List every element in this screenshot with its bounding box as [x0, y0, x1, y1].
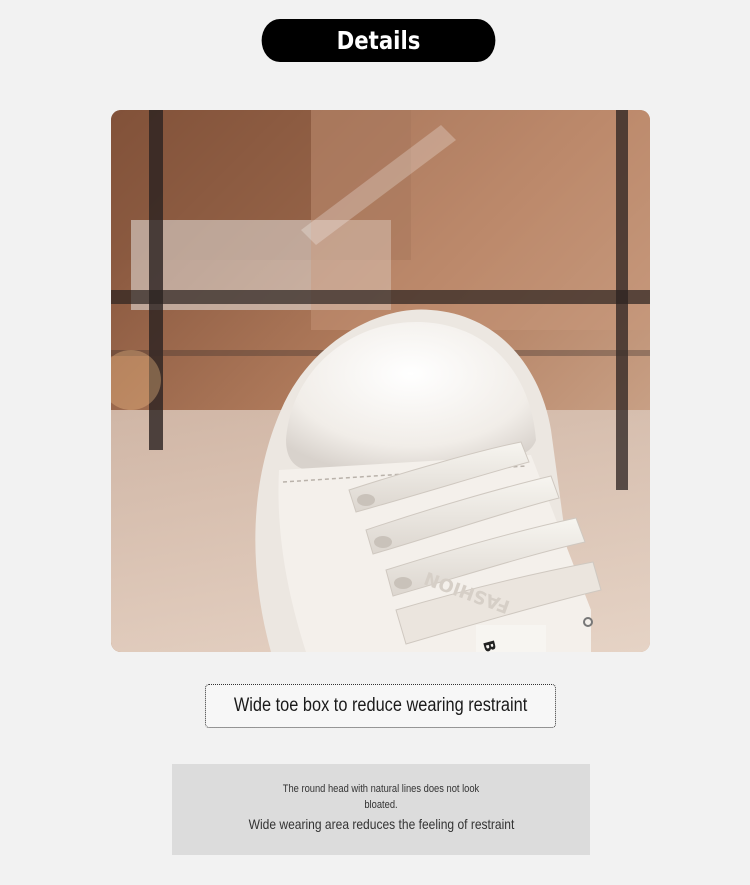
product-detail-page: Details FASHION Wide toe box to reduce w…: [0, 0, 750, 885]
details-title-banner: Details: [261, 19, 496, 62]
feature-info-box: The round head with natural lines does n…: [172, 764, 590, 855]
feature-caption-text: Wide toe box to reduce wearing restraint: [233, 695, 528, 716]
feature-detail-main: Wide wearing area reduces the feeling of…: [172, 816, 590, 832]
feature-detail-main-text: Wide wearing area reduces the feeling of…: [248, 816, 514, 832]
details-title: Details: [336, 26, 421, 55]
feature-detail-line-2: bloated.: [364, 799, 398, 811]
feature-detail-line-1: The round head with natural lines does n…: [282, 783, 480, 795]
shoe-photo: FASHION BAO: [111, 110, 650, 652]
feature-caption: Wide toe box to reduce wearing restraint: [205, 684, 556, 728]
shoe-photo-illustration: FASHION BAO: [111, 110, 650, 652]
feature-detail-small: The round head with natural lines does n…: [172, 781, 590, 813]
